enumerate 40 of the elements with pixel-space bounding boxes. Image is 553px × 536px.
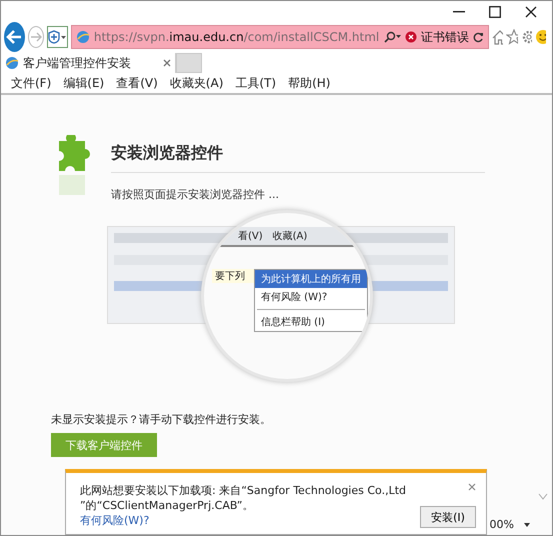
maximize-icon[interactable]	[488, 5, 502, 19]
menu-item[interactable]: 帮助(H)	[282, 74, 336, 92]
settings-icon[interactable]	[520, 29, 532, 45]
instruction-text: 请按照页面提示安装浏览器控件 ...	[111, 187, 280, 202]
manual-install-hint: 未显示安装提示？请手动下载控件进行安装。	[51, 412, 272, 427]
notification-text: ”的“CSClientManagerPrj.CAB”。	[80, 498, 254, 513]
arrow-right-icon	[30, 32, 42, 42]
close-icon[interactable]	[524, 5, 538, 19]
menu-item-text: 收藏(A)	[272, 230, 308, 243]
caret-icon[interactable]	[524, 522, 530, 526]
notification-text: 此网站想要安装以下加载项: 来自“Sangfor Technologies Co.,Ltd	[80, 483, 407, 498]
menu-item-text: 看(V)	[238, 230, 263, 243]
star-icon[interactable]	[506, 29, 518, 45]
menu-item[interactable]: 编辑(E)	[57, 74, 110, 92]
menu-item[interactable]: 工具(T)	[229, 74, 282, 92]
globe-icon	[76, 30, 90, 44]
certificate-error-text[interactable]: 证书错误	[421, 28, 470, 46]
address-bar[interactable]: https://svpn.imau.edu.cn/com/installCSCM.html 证书错误	[70, 25, 490, 49]
context-menu-item[interactable]: 信息栏帮助 (I)	[255, 313, 367, 331]
shield-icon[interactable]	[46, 26, 68, 48]
arrow-left-icon	[6, 30, 22, 44]
context-menu-item[interactable]: 有何风险 (W)?	[255, 288, 367, 306]
back-button[interactable]	[4, 22, 25, 52]
error-icon	[405, 31, 418, 43]
menu-item[interactable]: 收藏夹(A)	[164, 74, 230, 92]
refresh-icon[interactable]	[473, 32, 484, 42]
tab-title: 客户端管理控件安装	[23, 54, 132, 72]
url-text: https://svpn.imau.edu.cn/com/installCSCM.html	[94, 30, 380, 44]
menu-item[interactable]: 文件(F)	[5, 74, 58, 92]
search-icon[interactable]	[383, 31, 402, 43]
page-heading: 安装浏览器控件	[111, 135, 485, 173]
risk-link[interactable]: 有何风险(W)?	[80, 513, 420, 528]
home-icon[interactable]	[492, 30, 504, 44]
smiley-icon[interactable]	[534, 29, 546, 45]
zoom-level[interactable]: 00%	[490, 518, 514, 531]
menu-item[interactable]: 查看(V)	[110, 74, 164, 92]
globe-icon	[5, 56, 19, 70]
context-menu-item[interactable]: 为此计算机上的所有用	[255, 270, 367, 288]
info-bar-text: 要下列	[215, 270, 245, 283]
install-button[interactable]: 安装(I)	[420, 506, 476, 528]
